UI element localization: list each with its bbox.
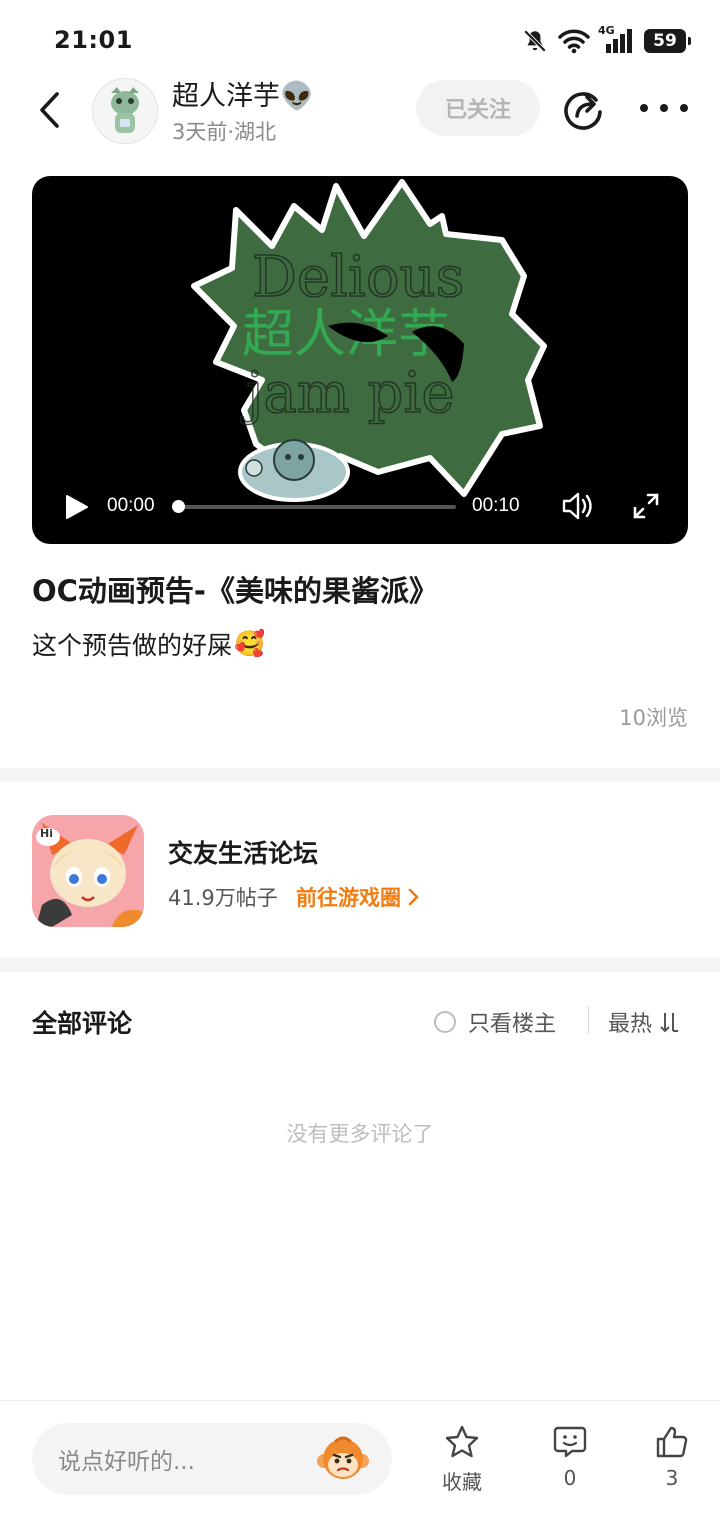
dot-icon [680,104,688,112]
section-divider [0,768,720,782]
emoji-button[interactable] [316,1433,370,1487]
sort-icon [660,1013,679,1033]
forum-icon[interactable]: Hi [32,815,144,927]
post-meta: 3天前·湖北 [172,120,277,144]
chevron-right-icon [408,888,419,906]
comment-icon [553,1426,587,1458]
volume-icon [562,492,592,520]
mute-bell-icon [523,29,547,53]
wifi-icon [558,29,590,54]
like-count: 3 [665,1466,679,1490]
section-divider [0,958,720,972]
comment-count: 0 [563,1466,577,1490]
fullscreen-button[interactable] [632,492,660,524]
fullscreen-icon [633,493,659,519]
sort-button[interactable]: 最热 [608,1006,680,1038]
sort-separator [588,1006,589,1034]
art-text-1: Delious [252,245,464,310]
forum-icon-badge: Hi [40,827,53,840]
favorite-label: 收藏 [442,1470,482,1494]
dot-icon [660,104,668,112]
play-icon [66,495,88,519]
only-host-toggle[interactable]: 只看楼主 [434,1006,556,1038]
status-time: 21:01 [54,26,133,54]
post-body: 这个预告做的好屎 🥰 [32,626,265,662]
video-progress-knob[interactable] [172,500,185,513]
comments-title: 全部评论 [32,1009,133,1038]
forum-name[interactable]: 交友生活论坛 [168,834,318,870]
share-button[interactable] [560,86,606,132]
cell-signal-icon: 4G [598,24,634,54]
video-current-time: 00:00 [107,495,155,516]
star-icon [445,1425,479,1458]
status-icons: 4G 59 [522,24,691,56]
favorite-button[interactable]: 收藏 [422,1424,502,1495]
view-count: 10浏览 [619,706,688,730]
monkey-emoji-icon [317,1436,369,1479]
more-options-button[interactable] [640,90,688,126]
like-button[interactable]: 3 [632,1424,712,1490]
dot-icon [640,104,648,112]
comment-button[interactable]: 0 [530,1424,610,1490]
author-name[interactable]: 超人洋芋👽 [172,74,314,113]
video-player[interactable]: Delious jam pie 超人洋芋 00:00 00:10 [32,176,688,544]
post-title: OC动画预告-《美味的果酱派》 [32,574,438,608]
radio-icon [434,1011,456,1033]
chevron-left-icon [40,92,59,128]
share-icon [564,92,602,130]
art-text-2: jam pie [240,361,455,426]
no-more-comments: 没有更多评论了 [286,1122,434,1146]
sort-label: 最热 [608,1012,653,1037]
video-duration: 00:10 [472,495,520,516]
post-body-text: 这个预告做的好屎 [32,631,233,660]
only-host-label: 只看楼主 [468,1012,557,1037]
avatar[interactable] [92,78,158,144]
video-controls: 00:00 00:10 [32,486,688,526]
forum-post-count: 41.9万帖子 [168,886,278,910]
thumbs-up-icon [656,1426,688,1458]
volume-button[interactable] [560,491,596,525]
battery-indicator: 59 [644,29,691,53]
video-progress-track[interactable] [178,505,456,509]
go-to-forum-label: 前往游戏圈 [296,886,401,910]
play-button[interactable] [62,493,90,525]
back-button[interactable] [28,88,72,132]
go-to-forum-link[interactable]: 前往游戏圈 [296,882,419,912]
avatar-image [93,79,157,143]
post-body-emoji: 🥰 [234,629,266,658]
follow-button[interactable]: 已关注 [416,80,540,136]
comment-input-placeholder: 说点好听的... [58,1449,195,1475]
